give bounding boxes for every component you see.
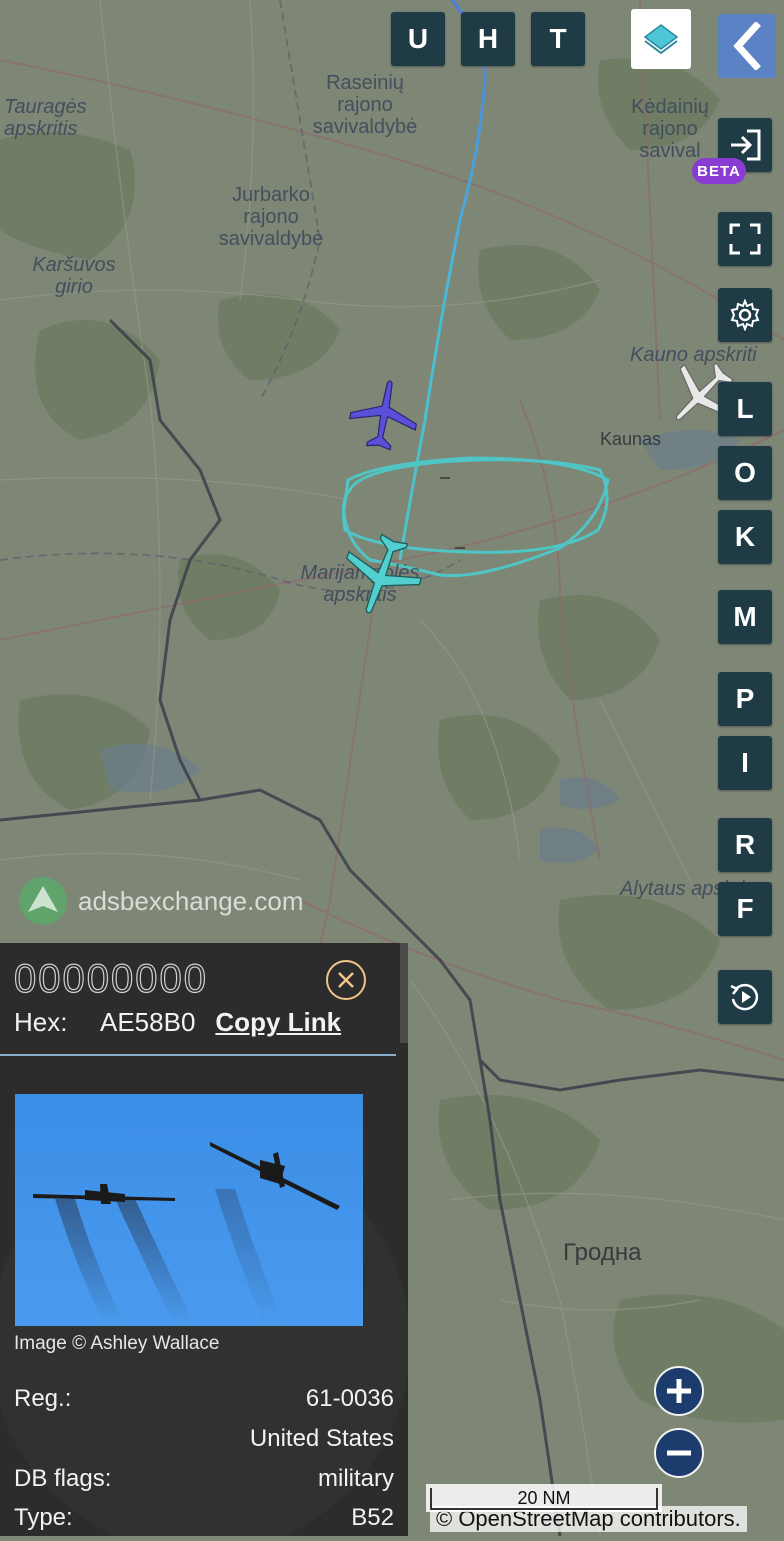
panel-scrollbar[interactable] [400,943,408,1043]
adsbexchange-watermark: adsbexchange.com [18,876,303,926]
fullscreen-icon [729,223,761,255]
hex-label: Hex: [14,1007,68,1037]
db-flags-value: military [318,1465,394,1492]
image-credit: Image © Ashley Wallace [14,1333,220,1354]
reg-row: Reg.: 61-0036 [14,1385,394,1413]
login-icon [731,129,761,161]
copy-link[interactable]: Copy Link [215,1007,341,1038]
watermark-text: adsbexchange.com [78,885,304,916]
adsbexchange-logo-icon [19,877,67,925]
type-row: Type: B52 [14,1504,394,1532]
aircraft-info-panel[interactable]: 00000000 Hex: AE58B0 Copy Link Image © A… [0,943,408,1536]
hex-row: Hex: AE58B0 Copy Link [14,1007,341,1038]
chevron-left-icon [733,22,761,70]
toolbar-button-i[interactable]: I [718,736,772,790]
toolbar-button-o[interactable]: O [718,446,772,500]
aircraft-icon[interactable] [346,378,422,454]
toolbar-button-m[interactable]: M [718,590,772,644]
toolbar-button-p[interactable]: P [718,672,772,726]
fullscreen-button[interactable] [718,212,772,266]
map-label-raseiniu: Raseinių rajono savivaldybė [312,72,418,138]
map-label-grodna: Гродна [563,1239,642,1266]
toolbar-button-k[interactable]: K [718,510,772,564]
toolbar-button-r[interactable]: R [718,818,772,872]
beta-badge: BETA [692,158,746,184]
db-flags-row: DB flags: military [14,1465,394,1493]
toolbar-button-u[interactable]: U [391,12,445,66]
scale-bar: 20 NM [426,1484,662,1512]
close-icon [338,972,354,988]
panel-divider [0,1054,396,1056]
map-label-karsuvos: Karšuvos girio [32,254,116,298]
zoom-out-button[interactable] [654,1428,704,1478]
country-value: United States [249,1425,394,1452]
toolbar-button-l[interactable]: L [718,382,772,436]
callsign: 00000000 [13,956,208,1001]
plus-icon [667,1379,691,1403]
db-flags-label: DB flags: [14,1465,112,1492]
minus-icon [667,1450,691,1456]
aircraft-photo-image [33,1142,340,1326]
zoom-in-button[interactable] [654,1366,704,1416]
replay-icon [730,983,759,1011]
layers-button[interactable] [631,9,691,69]
hex-value: AE58B0 [100,1007,196,1037]
close-button[interactable] [326,960,366,1000]
map-label-taurages: Tauragės apskritis [4,96,87,140]
replay-button[interactable] [718,970,772,1024]
layers-icon [643,24,679,55]
scale-text: 20 NM [517,1488,571,1508]
toolbar-button-t[interactable]: T [531,12,585,66]
map-label-kedainiu: Kėdainių rajono savival [631,96,709,162]
type-value: B52 [351,1504,394,1531]
reg-label: Reg.: [14,1385,72,1412]
aircraft-photo[interactable] [15,1094,363,1326]
gear-icon [730,299,760,331]
settings-button[interactable] [718,288,772,342]
type-label: Type: [14,1504,73,1531]
selected-aircraft-icon[interactable] [338,530,426,618]
country-row: United States [14,1425,394,1453]
back-button[interactable] [718,14,776,78]
toolbar-button-f[interactable]: F [718,882,772,936]
toolbar-button-h[interactable]: H [461,12,515,66]
map-label-jurbarko: Jurbarko rajono savivaldybė [218,184,324,250]
reg-value: 61-0036 [305,1385,394,1412]
